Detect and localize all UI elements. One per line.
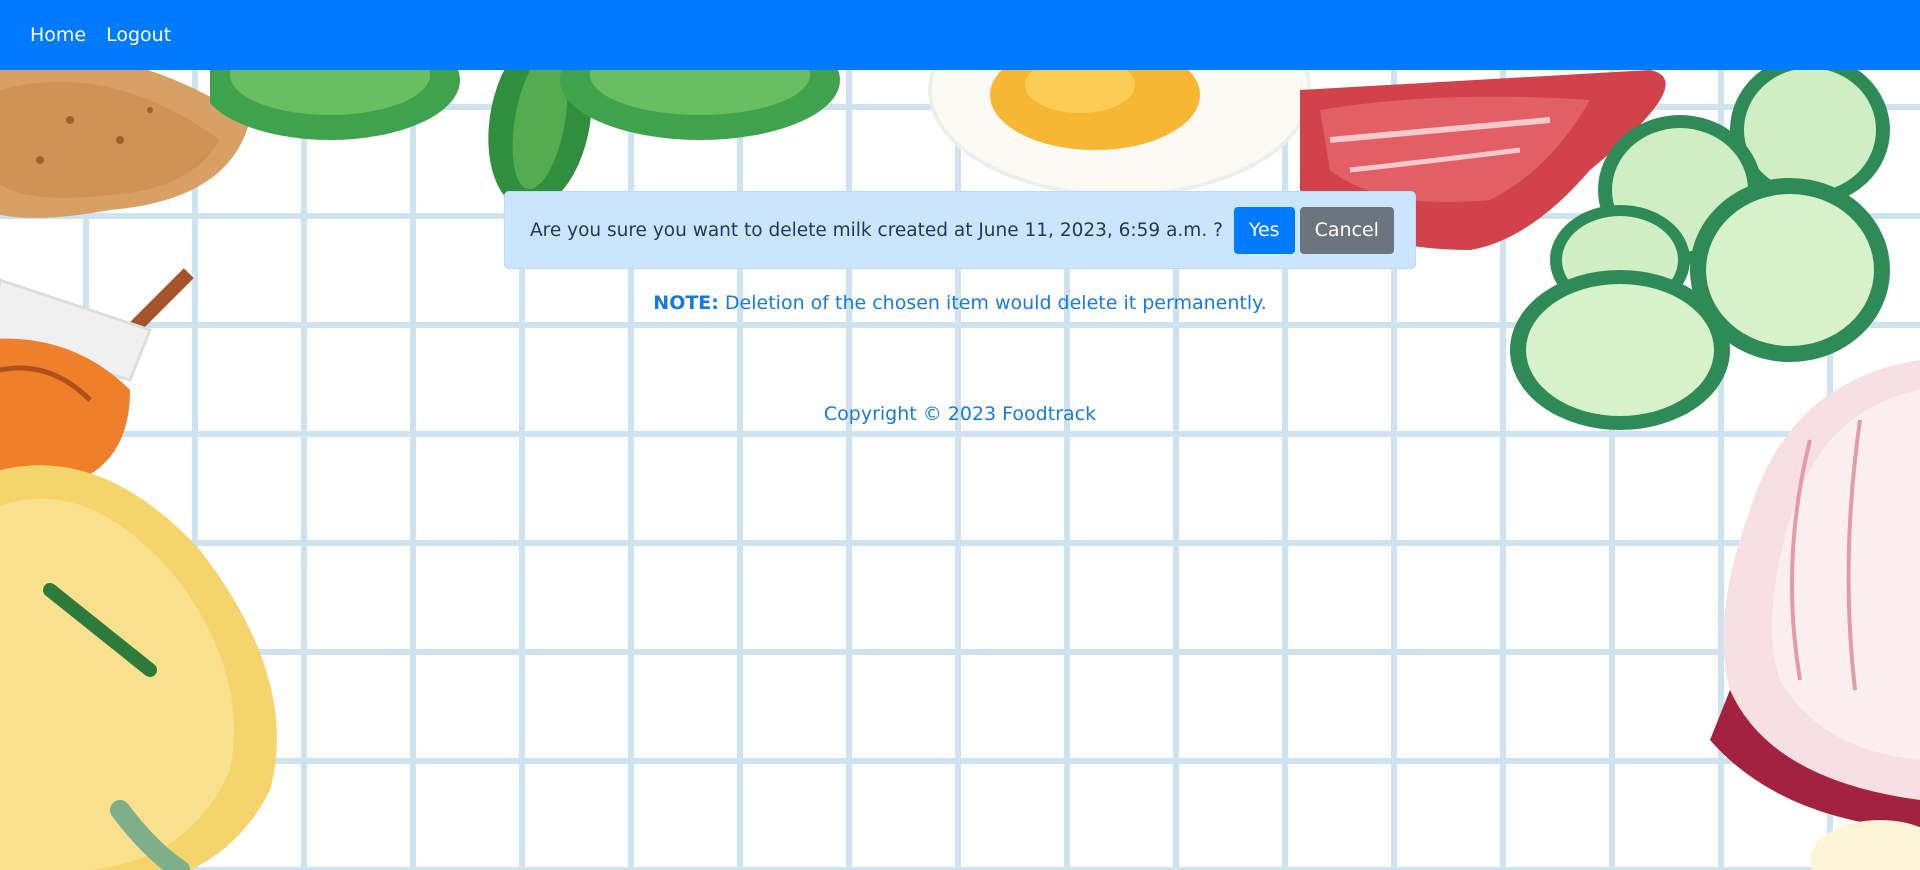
delete-confirmation-alert: Are you sure you want to delete milk cre… (504, 191, 1416, 269)
yes-button[interactable]: Yes (1233, 206, 1295, 254)
egg-illustration (928, 70, 1310, 197)
grid-background (0, 70, 1920, 870)
note-text: Deletion of the chosen item would delete… (718, 292, 1267, 314)
confirmation-message: Are you sure you want to delete milk cre… (530, 219, 1223, 241)
onion-illustration (1710, 360, 1920, 870)
pasta-illustration (0, 465, 277, 870)
basil-illustration (210, 70, 840, 200)
top-navbar: Home Logout (0, 0, 1920, 70)
deletion-note: NOTE: Deletion of the chosen item would … (0, 292, 1920, 314)
cancel-button[interactable]: Cancel (1299, 206, 1394, 254)
note-label: NOTE: (653, 292, 719, 314)
nav-logout-link[interactable]: Logout (96, 24, 181, 46)
footer-copyright: Copyright © 2023 Foodtrack (823, 403, 1097, 425)
nav-home-link[interactable]: Home (20, 24, 96, 46)
